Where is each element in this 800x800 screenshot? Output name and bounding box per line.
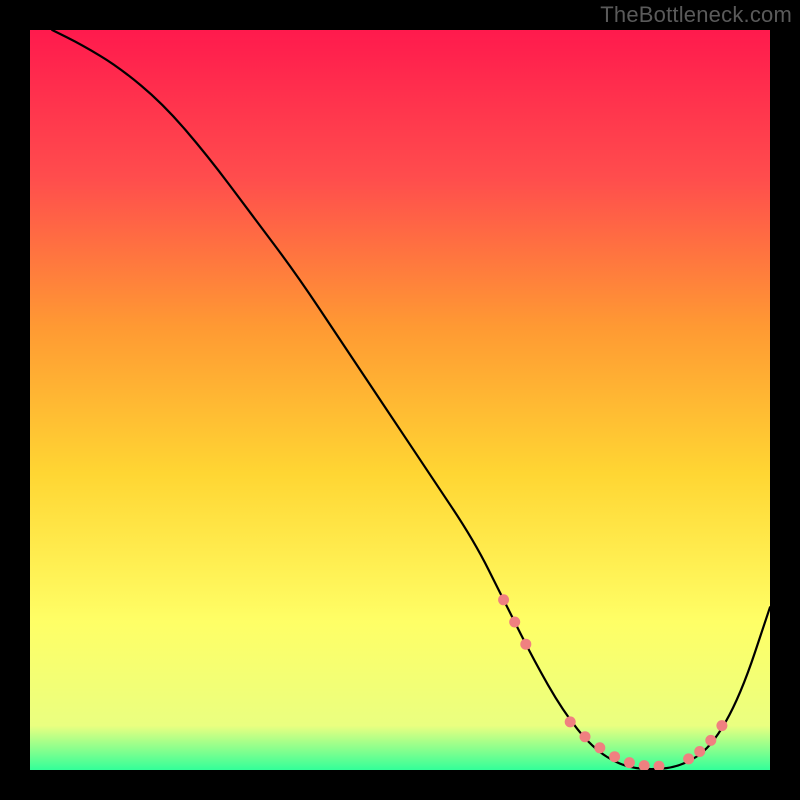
marker-dot [694, 746, 705, 757]
marker-dot [509, 617, 520, 628]
marker-dot [624, 757, 635, 768]
marker-dot [705, 735, 716, 746]
marker-dot [609, 751, 620, 762]
marker-dot [498, 594, 509, 605]
marker-dot [580, 731, 591, 742]
marker-dot [594, 742, 605, 753]
marker-dot [520, 639, 531, 650]
watermark-text: TheBottleneck.com [600, 2, 792, 28]
chart-frame: TheBottleneck.com [0, 0, 800, 800]
marker-dot [683, 753, 694, 764]
bottleneck-chart [30, 30, 770, 770]
marker-dot [565, 716, 576, 727]
plot-area [30, 30, 770, 770]
marker-dot [716, 720, 727, 731]
